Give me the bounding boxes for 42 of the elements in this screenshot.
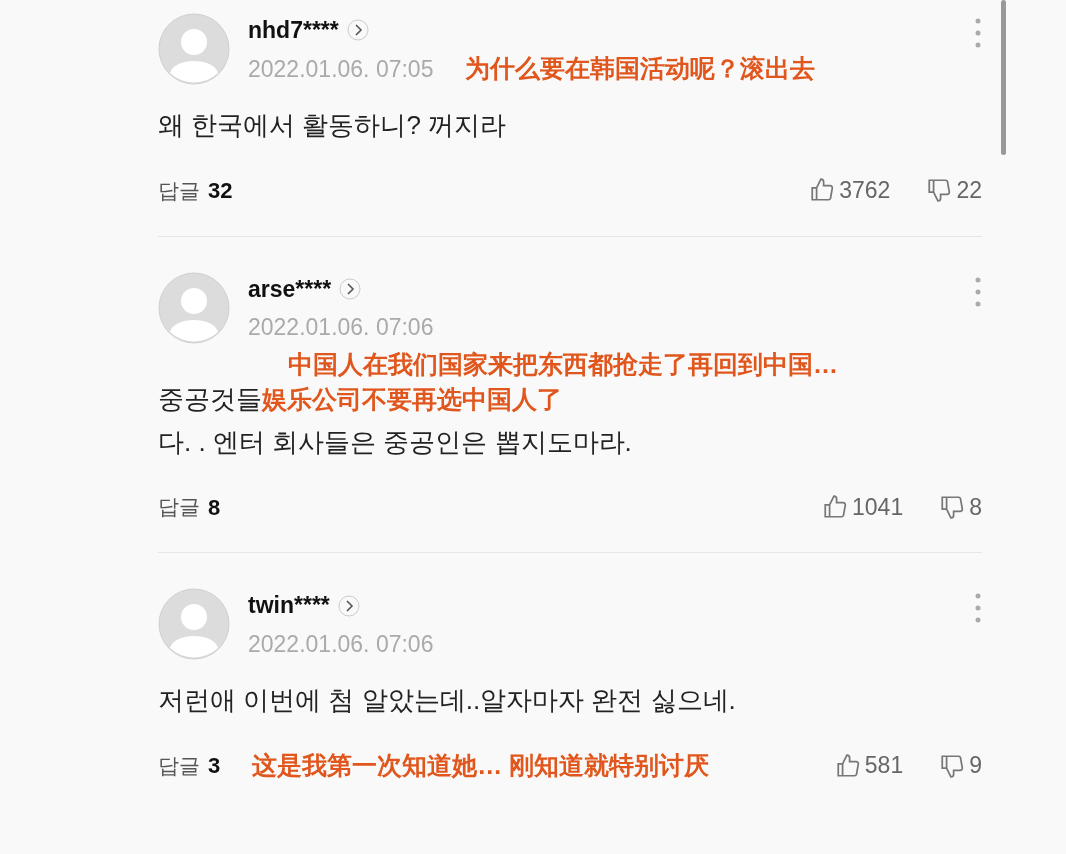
comment-text: 저런애 이번에 첨 알았는데..알자마자 완전 싫으네. [158, 684, 737, 718]
avatar-icon [158, 588, 230, 661]
reply-label[interactable]: 답글 [158, 749, 200, 782]
more-icon[interactable] [974, 592, 982, 625]
annotation-text: 为什么要在韩国活动呢？滚出去 [465, 53, 816, 85]
dislike-count: 22 [956, 176, 982, 205]
reply-label[interactable]: 답글 [158, 174, 200, 206]
comment-date: 2022.01.06. 07:05 [248, 54, 434, 84]
annotation-text: 中国人在我们国家来把东西都抢走了再回到中国… [288, 349, 838, 378]
reply-count[interactable]: 32 [208, 173, 233, 207]
chevron-right-icon[interactable] [339, 277, 362, 300]
comment-date: 2022.01.06. 07:06 [248, 629, 434, 659]
annotation-text: 娱乐公司不要再选中国人了 [262, 383, 562, 415]
scrollbar[interactable] [1001, 0, 1006, 155]
more-icon[interactable] [974, 275, 982, 308]
username[interactable]: twin**** [248, 588, 330, 623]
like-count: 581 [864, 751, 904, 781]
thumbs-down-icon[interactable] [939, 752, 966, 779]
username[interactable]: arse**** [248, 271, 332, 306]
avatar-icon [158, 271, 230, 344]
dislike-count: 9 [969, 751, 982, 781]
chevron-right-icon[interactable] [337, 594, 360, 617]
annotation-text: 这是我第一次知道她… 刚知道就特别讨厌 [252, 750, 710, 779]
reply-label[interactable]: 답글 [158, 491, 200, 523]
chevron-right-icon[interactable] [346, 19, 369, 42]
thumbs-down-icon[interactable] [926, 177, 953, 204]
reply-count[interactable]: 8 [208, 490, 221, 524]
thumbs-up-icon[interactable] [834, 752, 861, 779]
comment-text: 중공것들 [158, 382, 262, 416]
like-count: 3762 [839, 176, 891, 205]
comment-text: 다. . 엔터 회사들은 중공인은 뽑지도마라. [158, 425, 633, 459]
thumbs-up-icon[interactable] [822, 494, 849, 520]
thumbs-down-icon[interactable] [939, 494, 966, 520]
avatar-icon [158, 13, 230, 85]
reply-count[interactable]: 3 [208, 749, 221, 782]
comment-date: 2022.01.06. 07:06 [248, 313, 434, 342]
more-icon[interactable] [974, 17, 982, 49]
like-count: 1041 [852, 492, 904, 522]
dislike-count: 8 [969, 492, 982, 522]
username[interactable]: nhd7**** [248, 13, 339, 48]
comment-text: 왜 한국에서 활동하니? 꺼지라 [158, 109, 508, 142]
thumbs-up-icon[interactable] [809, 177, 836, 204]
